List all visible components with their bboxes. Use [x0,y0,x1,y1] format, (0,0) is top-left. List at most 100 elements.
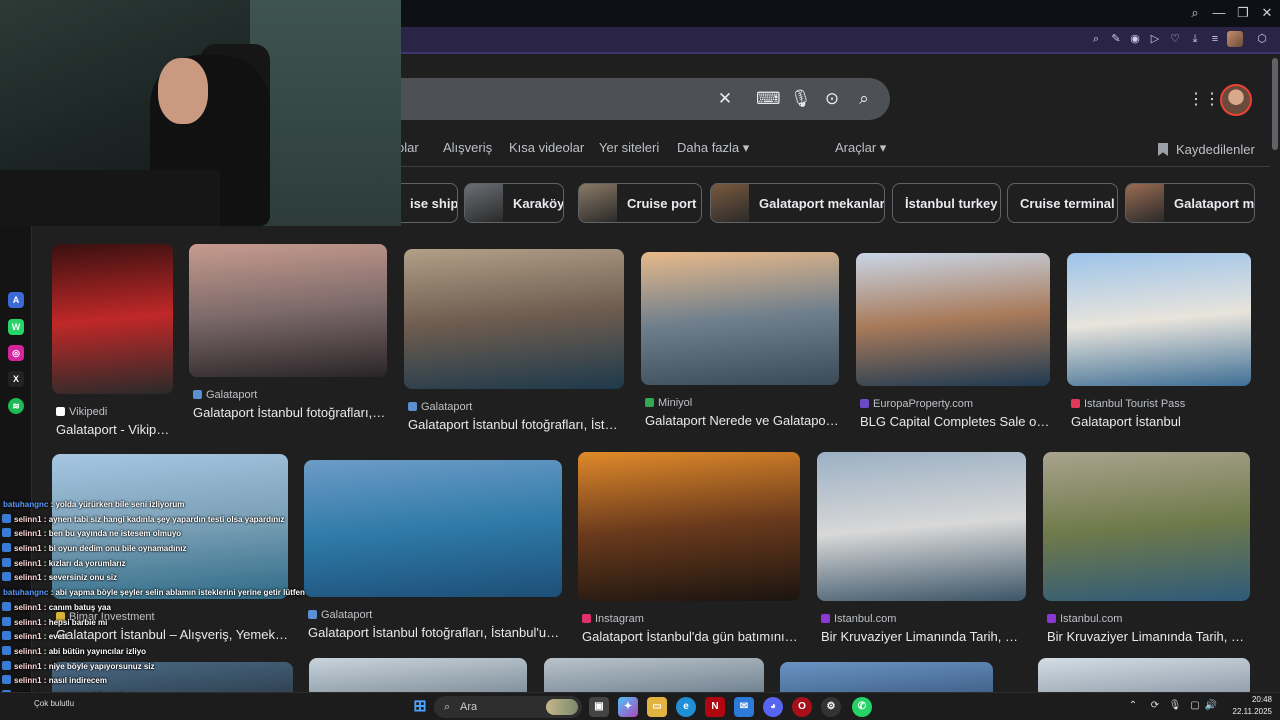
mic-icon[interactable]: 🎙 [790,89,812,109]
search-tabs-icon[interactable]: ⌕ [1184,4,1206,22]
tab-more[interactable]: Daha fazla ▾ [677,140,749,156]
profile-avatar[interactable] [1227,31,1243,47]
result-thumbnail[interactable] [404,249,624,389]
mic-tray-icon[interactable]: 🎙 [1168,699,1182,713]
close-window-button[interactable]: ✕ [1256,4,1278,22]
download-icon[interactable]: ⤓ [1187,31,1203,47]
result-thumbnail[interactable] [189,244,387,377]
keyboard-icon[interactable]: ⌨ [756,89,781,109]
chat-badge-icon [2,557,11,567]
tools-button[interactable]: Araçlar ▾ [835,140,886,156]
opera-gx-icon[interactable]: O [792,697,812,717]
result-source[interactable]: Galataport [408,401,472,413]
taskbar-search[interactable]: ⌕ Ara [434,696,582,718]
search-icon[interactable]: ⌕ [854,89,874,109]
aria-icon[interactable]: A [8,292,24,308]
result-title[interactable]: Galataport İstanbul fotoğrafları, İstan.… [408,417,624,432]
extension-icon[interactable]: ⬡ [1254,31,1270,47]
menu-icon[interactable]: ≡ [1207,31,1223,47]
copilot-icon[interactable]: ✦ [618,697,638,717]
scrollbar[interactable] [1270,56,1280,692]
result-source[interactable]: Miniyol [645,397,692,409]
spotify-icon[interactable]: ≋ [8,398,24,414]
result-thumbnail[interactable] [1067,253,1251,386]
chevron-up-icon[interactable]: ⌃ [1126,699,1140,713]
file-explorer-icon[interactable]: ▭ [647,697,667,717]
result-source[interactable]: Vikipedi [56,406,107,418]
netflix-icon[interactable]: N [705,697,725,717]
play-icon[interactable]: ▷ [1147,31,1163,47]
zoom-icon[interactable]: ⌕ [1088,31,1104,47]
lens-icon[interactable]: ⊙ [822,89,842,109]
sync-icon[interactable]: ⟳ [1148,699,1162,713]
saved-button[interactable]: Kaydedilenler [1158,142,1255,157]
mail-icon[interactable]: ✉ [734,697,754,717]
minimize-button[interactable]: — [1208,4,1230,22]
windows-start-icon[interactable]: ⊞ [410,697,430,717]
chip-4[interactable]: İstanbul turkey [892,183,1001,223]
result-source[interactable]: Istanbul.com [821,613,896,625]
tab-websites[interactable]: Yer siteleri [599,140,659,155]
account-avatar[interactable] [1220,84,1252,116]
weather-label: Çok bulutlu [34,699,75,708]
chip-2[interactable]: Cruise port [578,183,702,223]
result-title[interactable]: Galataport İstanbul fotoğrafları, İs... [193,405,387,420]
edit-icon[interactable]: ✎ [1108,31,1124,47]
chip-3[interactable]: Galataport mekanlar [710,183,885,223]
heart-icon[interactable]: ♡ [1167,31,1183,47]
chip-1[interactable]: Karaköy [464,183,564,223]
result-title[interactable]: Galataport İstanbul [1071,414,1251,429]
chat-text: abi bütün yayıncılar izliyo [48,646,147,656]
result-title[interactable]: Bir Kruvaziyer Limanında Tarih, Sa... [821,629,1026,644]
result-source[interactable]: Galataport [193,389,257,401]
site-favicon-icon [1047,614,1056,623]
result-thumbnail[interactable] [309,658,527,692]
result-thumbnail[interactable] [52,244,173,394]
chat-text: kızları da yorumlarız [48,558,126,568]
clock-time: 20:48 [1251,695,1272,704]
apps-icon[interactable]: ⋮⋮⋮ [1188,89,1236,111]
result-thumbnail[interactable] [544,658,764,692]
result-title[interactable]: Bir Kruvaziyer Limanında Tarih, Sa... [1047,629,1250,644]
result-source[interactable]: EuropaProperty.com [860,398,973,410]
result-thumbnail[interactable] [1043,452,1250,601]
network-icon[interactable]: ▢ [1188,699,1202,713]
chat-message: selinn1 : nasıl indirecem [0,674,310,689]
result-thumbnail[interactable] [817,452,1026,601]
result-title[interactable]: Galataport Nerede ve Galataport'... [645,413,839,428]
clock[interactable]: 20:48 22.11.2025 [1216,694,1272,718]
result-source[interactable]: Galataport [308,609,372,621]
result-thumbnail[interactable] [641,252,839,385]
result-title[interactable]: BLG Capital Completes Sale of I... [860,414,1050,429]
whatsapp-icon[interactable]: W [8,319,24,335]
edge-icon[interactable]: e [676,697,696,717]
chip-6[interactable]: Galataport ma [1125,183,1255,223]
result-thumbnail[interactable] [578,452,800,601]
tab-shopping[interactable]: Alışveriş [443,140,492,155]
result-title[interactable]: Galataport İstanbul'da gün batımının ş..… [582,629,800,644]
taskbar: Çok bulutlu ⊞ ⌕ Ara ▣ ✦ ▭ e N ✉ ◕ O ⚙ ✆ … [0,692,1280,720]
result-source[interactable]: Istanbul Tourist Pass [1071,398,1185,410]
chip-5[interactable]: Cruise terminal [1007,183,1118,223]
discord-icon[interactable]: ◕ [763,697,783,717]
result-thumbnail[interactable] [304,460,562,597]
close-icon[interactable]: ✕ [715,89,735,109]
result-thumbnail[interactable] [856,253,1050,386]
chat-message: selinn1 : abi bütün yayıncılar izliyo [0,645,310,660]
x-icon[interactable]: X [8,371,24,387]
result-title[interactable]: Galataport İstanbul fotoğrafları, İstanb… [308,625,562,640]
camera-icon[interactable]: ◉ [1127,31,1143,47]
tab-short-videos[interactable]: Kısa videolar [509,140,584,155]
whatsapp-taskbar-icon[interactable]: ✆ [852,697,872,717]
result-thumbnail[interactable] [780,662,993,692]
result-thumbnail[interactable] [1038,658,1250,692]
maximize-button[interactable]: ❐ [1232,4,1254,22]
chip-0[interactable]: ise ship [398,183,458,223]
result-title[interactable]: Galataport - Vikipedi [56,422,173,437]
instagram-icon[interactable]: ◎ [8,345,24,361]
task-view-icon[interactable]: ▣ [589,697,609,717]
steam-icon[interactable]: ⚙ [821,697,841,717]
result-source[interactable]: Istanbul.com [1047,613,1122,625]
scrollbar-thumb[interactable] [1272,58,1278,150]
result-source[interactable]: Instagram [582,613,644,625]
